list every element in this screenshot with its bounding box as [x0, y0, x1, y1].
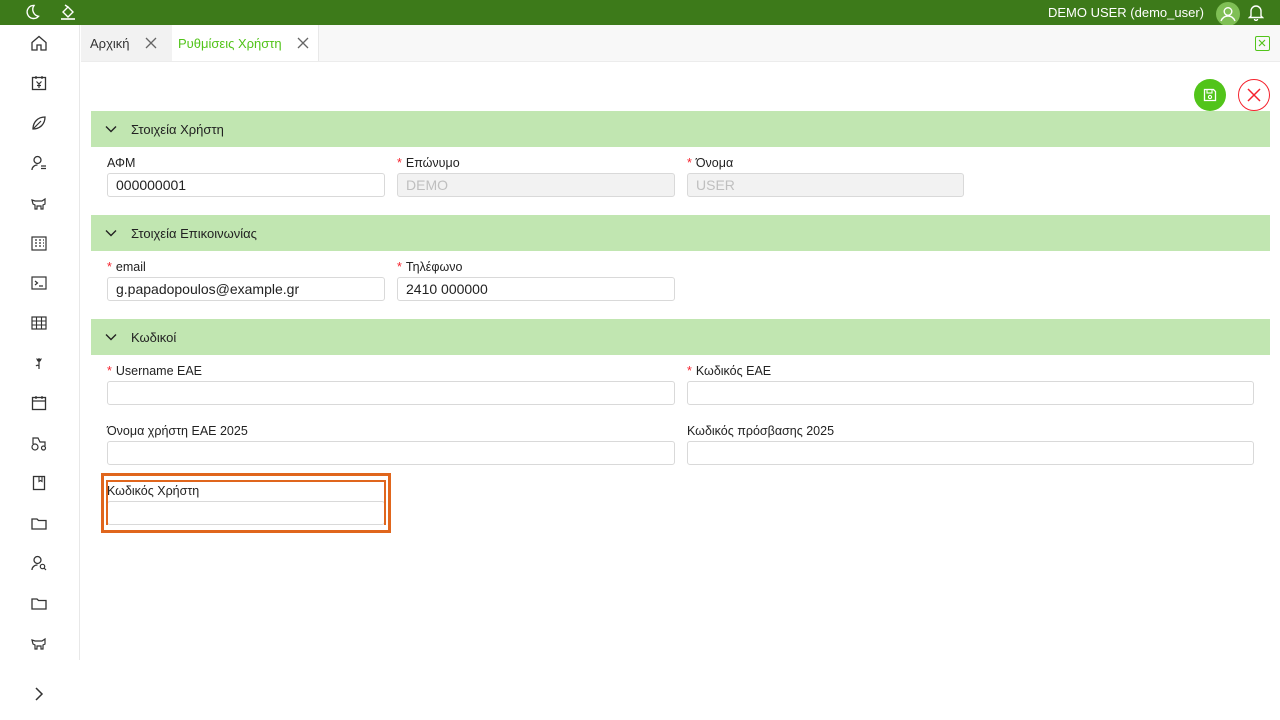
name-label: * Όνομα: [687, 156, 734, 170]
cancel-button[interactable]: [1238, 79, 1270, 111]
required-marker: *: [687, 156, 692, 170]
focus-highlight-inner: [106, 480, 386, 525]
required-marker: *: [397, 260, 402, 274]
section-user-details[interactable]: Στοιχεία Χρήστη: [91, 111, 1270, 147]
chevron-down-icon[interactable]: [105, 123, 117, 135]
surname-field: * Επώνυμο DEMO: [397, 155, 675, 197]
username-2025-field: Όνομα χρήστη ΕΑΕ 2025: [107, 423, 675, 465]
username-eae-field: * Username ΕΑΕ: [107, 363, 675, 405]
afm-label: ΑΦΜ: [107, 156, 136, 170]
cow-icon[interactable]: [30, 194, 48, 212]
cow-icon[interactable]: [30, 634, 48, 652]
name-input: USER: [687, 173, 964, 197]
terminal-icon[interactable]: [30, 274, 48, 292]
phone-label: * Τηλέφωνο: [397, 260, 463, 274]
folder-icon[interactable]: [30, 594, 48, 612]
section-title: Κωδικοί: [131, 329, 177, 345]
section-title: Στοιχεία Επικοινωνίας: [131, 225, 257, 241]
surname-input: DEMO: [397, 173, 675, 197]
required-marker: *: [687, 364, 692, 378]
password-2025-input[interactable]: [687, 441, 1254, 465]
code-eae-input[interactable]: [687, 381, 1254, 405]
email-input[interactable]: g.papadopoulos@example.gr: [107, 277, 385, 301]
tab-home[interactable]: Αρχική: [81, 25, 172, 61]
required-marker: *: [397, 156, 402, 170]
username-eae-input[interactable]: [107, 381, 675, 405]
section-codes[interactable]: Κωδικοί: [91, 319, 1270, 355]
chevron-down-icon[interactable]: [105, 227, 117, 239]
tab-label: Αρχική: [90, 35, 130, 51]
tab-user-settings[interactable]: Ρυθμίσεις Χρήστη: [172, 25, 319, 61]
password-2025-label: Κωδικός πρόσβασης 2025: [687, 424, 835, 438]
chevron-down-icon[interactable]: [105, 331, 117, 343]
email-label: * email: [107, 260, 146, 274]
close-icon[interactable]: [296, 36, 310, 50]
building-icon[interactable]: [30, 234, 48, 252]
close-all-tabs-icon[interactable]: [1255, 36, 1270, 51]
afm-input[interactable]: 000000001: [107, 173, 385, 197]
close-icon: [1246, 87, 1262, 103]
user-avatar-icon[interactable]: [1216, 2, 1240, 26]
code-eae-field: * Κωδικός ΕΑΕ: [687, 363, 1254, 405]
section-contact-details[interactable]: Στοιχεία Επικοινωνίας: [91, 215, 1270, 251]
sidebar: [0, 25, 80, 660]
tab-label: Ρυθμίσεις Χρήστη: [178, 35, 282, 51]
surname-label: * Επώνυμο: [397, 156, 460, 170]
section-title: Στοιχεία Χρήστη: [131, 121, 224, 137]
name-field: * Όνομα USER: [687, 155, 964, 197]
password-2025-field: Κωδικός πρόσβασης 2025: [687, 423, 1254, 465]
tulip-icon[interactable]: [30, 354, 48, 372]
user-name[interactable]: DEMO USER (demo_user): [1048, 5, 1204, 20]
yen-calendar-icon[interactable]: [30, 74, 48, 92]
top-bar: DEMO USER (demo_user): [0, 0, 1280, 26]
code-eae-label: * Κωδικός ΕΑΕ: [687, 364, 772, 378]
calendar-icon[interactable]: [30, 394, 48, 412]
username-2025-input[interactable]: [107, 441, 675, 465]
save-icon: [1202, 87, 1218, 103]
user-search-icon[interactable]: [30, 554, 48, 572]
paint-bucket-icon[interactable]: [59, 3, 77, 21]
save-button[interactable]: [1194, 79, 1226, 111]
user-list-icon[interactable]: [30, 154, 48, 172]
phone-input[interactable]: 2410 000000: [397, 277, 675, 301]
phone-field: * Τηλέφωνο 2410 000000: [397, 259, 675, 301]
leaf-icon[interactable]: [30, 114, 48, 132]
email-field: * email g.papadopoulos@example.gr: [107, 259, 385, 301]
home-icon[interactable]: [30, 34, 48, 52]
username-eae-label: * Username ΕΑΕ: [107, 364, 203, 378]
close-icon[interactable]: [144, 36, 158, 50]
afm-field: ΑΦΜ 000000001: [107, 155, 385, 197]
tractor-icon[interactable]: [30, 434, 48, 452]
username-2025-label: Όνομα χρήστη ΕΑΕ 2025: [107, 424, 248, 438]
required-marker: *: [107, 364, 112, 378]
moon-icon[interactable]: [23, 3, 41, 21]
required-marker: *: [107, 260, 112, 274]
chevron-right-icon[interactable]: [31, 686, 47, 702]
book-icon[interactable]: [30, 474, 48, 492]
table-icon[interactable]: [30, 314, 48, 332]
bell-icon[interactable]: [1247, 3, 1265, 22]
folder-icon[interactable]: [30, 514, 48, 532]
tab-bar: Αρχική Ρυθμίσεις Χρήστη: [81, 25, 1280, 62]
